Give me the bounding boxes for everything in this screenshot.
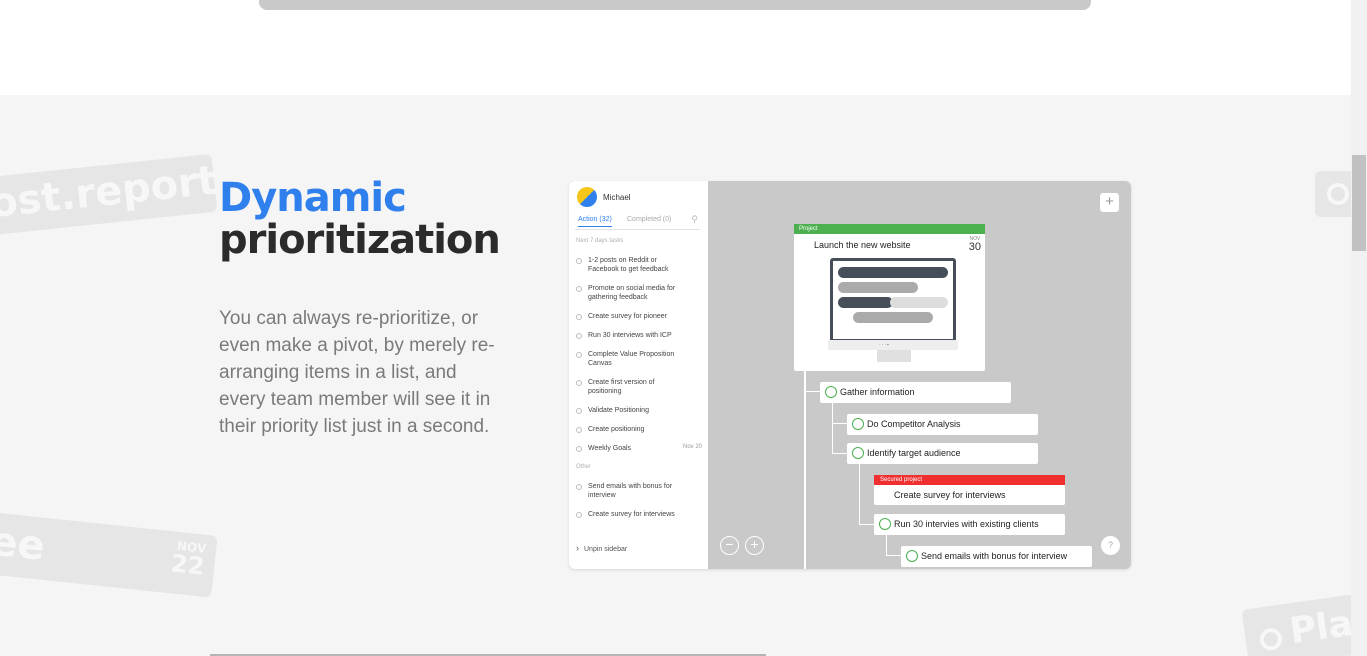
node-competitor-analysis[interactable]: Do Competitor Analysis: [847, 414, 1038, 435]
mindmap-canvas[interactable]: + Project Launch the new website NOV 30: [708, 181, 1131, 569]
avatar: [577, 187, 597, 207]
list-item[interactable]: Create first version of positioning: [576, 379, 702, 396]
circle-check-icon[interactable]: [906, 550, 918, 562]
sidebar-tabs: Action (32) Completed (0) ⚲: [575, 214, 700, 230]
checkbox[interactable]: [576, 258, 582, 264]
list-item[interactable]: Send emails with bonus for interview: [576, 483, 702, 500]
tree-connector: [859, 463, 860, 525]
heading-main: prioritization: [219, 217, 501, 263]
checkbox[interactable]: [576, 512, 582, 518]
checkbox[interactable]: [576, 446, 582, 452]
checkbox[interactable]: [576, 314, 582, 320]
list-item[interactable]: Weekly Goals Nov 20: [576, 444, 702, 454]
tree-connector: [886, 555, 901, 556]
chevron-right-icon: ›: [576, 543, 579, 553]
circle-icon: [1327, 183, 1349, 205]
page-scrollbar[interactable]: [1351, 0, 1367, 656]
group-label-next: Next 7 days tasks: [576, 238, 624, 244]
help-button[interactable]: ?: [1101, 536, 1120, 555]
list-item[interactable]: Run 30 interviews with ICP: [576, 332, 702, 341]
unpin-sidebar-button[interactable]: › Unpin sidebar: [576, 543, 627, 553]
circle-check-icon[interactable]: [879, 518, 891, 530]
project-card[interactable]: Project Launch the new website NOV 30 ··…: [794, 224, 985, 371]
circle-check-icon[interactable]: [852, 418, 864, 430]
circle-check-icon[interactable]: [825, 386, 837, 398]
list-item[interactable]: Create survey for pioneer: [576, 313, 702, 322]
checkbox[interactable]: [576, 484, 582, 490]
node-identify-audience[interactable]: Identify target audience: [847, 443, 1038, 464]
add-button[interactable]: +: [1100, 193, 1119, 212]
heading-accent: Dynamic: [219, 175, 407, 221]
checkbox[interactable]: [576, 408, 582, 414]
user-name: Michael: [603, 192, 631, 202]
tree-connector: [832, 423, 847, 424]
node-gather-information[interactable]: Gather information: [820, 382, 1011, 403]
node-run-interviews[interactable]: Run 30 intervies with existing clients: [874, 514, 1065, 535]
search-icon[interactable]: ⚲: [691, 214, 698, 225]
monitor-base: [828, 340, 958, 350]
circle-icon: [1258, 626, 1284, 652]
section-heading: Dynamic prioritization: [219, 175, 501, 263]
checkbox[interactable]: [576, 380, 582, 386]
decorative-tag-date: ee NOV 22: [0, 510, 218, 598]
tab-completed[interactable]: Completed (0): [627, 216, 671, 223]
checkbox[interactable]: [576, 333, 582, 339]
secured-project-card[interactable]: Secured project Create survey for interv…: [874, 475, 1065, 505]
list-item[interactable]: Create survey for interviews: [576, 511, 702, 520]
checkbox[interactable]: [576, 352, 582, 358]
tree-connector: [804, 371, 806, 569]
monitor-illustration: [830, 258, 956, 342]
zoom-in-button[interactable]: +: [745, 536, 764, 555]
list-item[interactable]: Create positioning: [576, 426, 702, 435]
section-description: You can always re-prioritize, or even ma…: [219, 308, 495, 437]
checkbox[interactable]: [576, 427, 582, 433]
checkbox[interactable]: [576, 286, 582, 292]
decorative-tag-right: [1315, 171, 1351, 217]
dynamic-prioritization-section: ost.report ee NOV 22 Pla Dynamic prioriti…: [0, 95, 1351, 656]
tree-connector: [832, 402, 833, 454]
list-item[interactable]: Complete Value Proposition Canvas: [576, 351, 702, 368]
list-item[interactable]: Promote on social media for gathering fe…: [576, 285, 702, 302]
tree-connector: [832, 453, 847, 454]
node-send-emails[interactable]: Send emails with bonus for interview: [901, 546, 1092, 567]
zoom-out-button[interactable]: −: [720, 536, 739, 555]
secured-label: Secured project: [874, 475, 1065, 485]
task-sidebar: Michael Action (32) Completed (0) ⚲ Next…: [569, 181, 708, 569]
circle-check-icon[interactable]: [852, 447, 864, 459]
scrollbar-thumb[interactable]: [1352, 155, 1366, 251]
secured-title: Create survey for interviews: [894, 490, 1006, 500]
project-date: NOV 30: [968, 236, 981, 253]
tree-connector: [886, 535, 887, 556]
group-label-other: Other: [576, 464, 592, 470]
list-item[interactable]: 1-2 posts on Reddit or Facebook to get f…: [576, 257, 702, 274]
decorative-date: NOV 22: [169, 538, 207, 581]
decorative-tag-post-report: ost.report: [0, 153, 219, 239]
task-date: Nov 20: [682, 444, 702, 450]
previous-section-image-bottom: [259, 0, 1091, 10]
list-item[interactable]: Validate Positioning: [576, 407, 702, 416]
user-header[interactable]: Michael: [577, 187, 631, 207]
project-title: Launch the new website: [814, 240, 911, 250]
app-screenshot: Michael Action (32) Completed (0) ⚲ Next…: [569, 181, 1131, 569]
tab-action[interactable]: Action (32): [578, 216, 612, 227]
monitor-dots: ···▪: [879, 342, 890, 348]
tree-connector: [859, 524, 874, 525]
monitor-stand: [877, 350, 911, 362]
decorative-tag-pla: Pla: [1241, 590, 1351, 656]
project-label: Project: [794, 224, 985, 234]
tree-connector: [804, 391, 820, 392]
